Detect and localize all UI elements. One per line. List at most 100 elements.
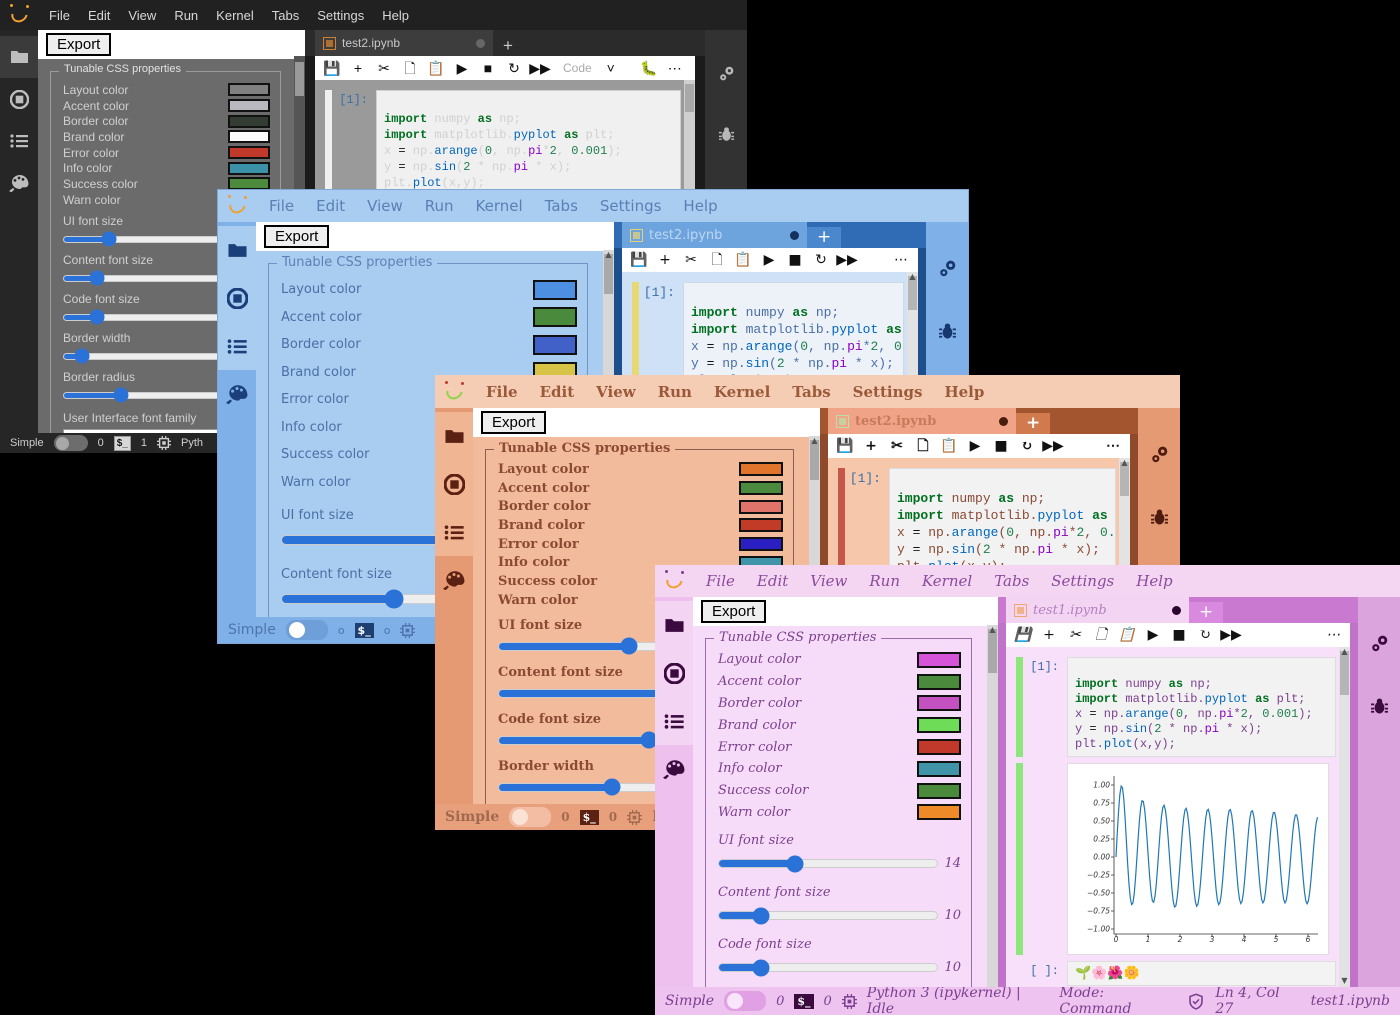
copy-icon[interactable]: 🗋 xyxy=(704,250,730,270)
terminal-icon[interactable]: $_ xyxy=(354,622,374,638)
sidebar-item-toc[interactable] xyxy=(435,508,473,556)
cut-icon[interactable]: ✂ xyxy=(1062,625,1088,645)
sidebar-item-running[interactable] xyxy=(218,274,256,322)
color-swatch-layout[interactable] xyxy=(917,651,961,668)
paste-icon[interactable]: 📋 xyxy=(730,250,756,270)
color-swatch-brand[interactable] xyxy=(917,717,961,734)
more-options-icon[interactable]: ⋯ xyxy=(888,250,914,270)
property-row[interactable]: Layout color xyxy=(63,82,270,98)
menu-view[interactable]: View xyxy=(119,6,165,25)
save-icon[interactable]: 💾 xyxy=(626,250,652,270)
notebook-cell[interactable]: [1]: import numpy as np; import matplotl… xyxy=(828,468,1116,580)
settings-scrollbar[interactable]: ▲ xyxy=(987,625,998,987)
menu-help[interactable]: Help xyxy=(373,6,418,25)
stop-icon[interactable]: ■ xyxy=(1166,625,1192,645)
simple-mode-toggle[interactable] xyxy=(53,435,88,451)
property-row[interactable]: Error color xyxy=(498,535,783,554)
stop-icon[interactable]: ■ xyxy=(782,250,808,270)
sidebar-item-themes[interactable] xyxy=(435,556,473,604)
property-row[interactable]: Error color xyxy=(63,145,270,161)
menu-settings[interactable]: Settings xyxy=(589,195,673,217)
shield-icon[interactable] xyxy=(1188,992,1204,1010)
cpu-chip-icon[interactable] xyxy=(841,993,857,1009)
color-swatch-brand[interactable] xyxy=(739,518,783,533)
menu-edit[interactable]: Edit xyxy=(305,195,356,217)
restart-icon[interactable]: ↻ xyxy=(501,58,527,78)
menu-settings[interactable]: Settings xyxy=(1040,570,1125,592)
markdown-cell-content[interactable]: 🌱🌸🌺🌼 xyxy=(1067,961,1336,986)
menu-run[interactable]: Run xyxy=(647,381,703,403)
more-options-icon[interactable]: ⋯ xyxy=(1320,625,1346,645)
sidebar-item-running[interactable] xyxy=(655,649,693,697)
add-cell-icon[interactable]: + xyxy=(858,436,884,456)
paste-icon[interactable]: 📋 xyxy=(1114,625,1140,645)
menu-view[interactable]: View xyxy=(799,570,858,592)
save-icon[interactable]: 💾 xyxy=(319,58,345,78)
menu-help[interactable]: Help xyxy=(672,195,728,217)
menu-kernel[interactable]: Kernel xyxy=(703,381,781,403)
property-row[interactable]: Accent color xyxy=(281,304,577,332)
run-icon[interactable]: ▶ xyxy=(1140,625,1166,645)
menu-run[interactable]: Run xyxy=(165,6,207,25)
sidebar-item-themes[interactable] xyxy=(218,370,256,418)
save-icon[interactable]: 💾 xyxy=(832,436,858,456)
color-swatch-error[interactable] xyxy=(917,739,961,756)
cpu-chip-icon[interactable] xyxy=(157,436,171,450)
menu-tabs[interactable]: Tabs xyxy=(983,570,1040,592)
notebook-tab-test2[interactable]: test2.ipynb xyxy=(622,222,807,248)
add-cell-icon[interactable]: + xyxy=(345,58,371,78)
restart-icon[interactable]: ↻ xyxy=(1192,625,1218,645)
sidebar-item-debugger[interactable] xyxy=(1138,486,1180,548)
color-swatch-layout[interactable] xyxy=(228,83,270,97)
notebook-content[interactable]: [1]: import numpy as np; import matplotl… xyxy=(1006,647,1350,987)
menu-run[interactable]: Run xyxy=(858,570,911,592)
new-tab-button[interactable]: + xyxy=(493,35,523,56)
restart-icon[interactable]: ↻ xyxy=(1014,436,1040,456)
color-swatch-success[interactable] xyxy=(228,177,270,191)
color-swatch-layout[interactable] xyxy=(533,279,577,300)
sidebar-item-running[interactable] xyxy=(435,460,473,508)
menu-file[interactable]: File xyxy=(475,381,529,403)
sidebar-item-property-inspector[interactable] xyxy=(705,44,747,104)
run-all-icon[interactable]: ▶▶ xyxy=(834,250,860,270)
notebook-cell[interactable]: [1]: import numpy as np; import matplotl… xyxy=(315,90,681,196)
menu-edit[interactable]: Edit xyxy=(79,6,119,25)
property-row[interactable]: Warn color xyxy=(718,802,961,824)
cell-type-select[interactable]: Code xyxy=(563,61,592,75)
paste-icon[interactable]: 📋 xyxy=(936,436,962,456)
sidebar-item-extensions[interactable] xyxy=(0,204,38,246)
cut-icon[interactable]: ✂ xyxy=(884,436,910,456)
kernel-status[interactable]: Python 3 (ipykernel) | Idle xyxy=(867,985,1050,1015)
notebook-tab-test1[interactable]: test1.ipynb xyxy=(1006,597,1189,623)
property-row[interactable]: Layout color xyxy=(498,460,783,479)
sidebar-item-file-browser[interactable] xyxy=(0,36,38,78)
sidebar-item-debugger[interactable] xyxy=(705,104,747,164)
menu-view[interactable]: View xyxy=(356,195,414,217)
property-row[interactable]: Border color xyxy=(281,331,577,359)
property-row[interactable]: Success color xyxy=(718,780,961,802)
color-swatch-accent[interactable] xyxy=(739,481,783,496)
sidebar-item-file-browser[interactable] xyxy=(218,226,256,274)
new-tab-button[interactable]: + xyxy=(1016,413,1051,434)
sidebar-item-themes[interactable] xyxy=(0,162,38,204)
add-cell-icon[interactable]: + xyxy=(652,250,678,270)
sidebar-item-file-browser[interactable] xyxy=(655,601,693,649)
copy-icon[interactable]: 🗋 xyxy=(397,58,423,78)
slider-code-font-size[interactable]: 10 xyxy=(718,959,961,977)
notebook-tab-test2[interactable]: test2.ipynb xyxy=(315,30,493,56)
menu-kernel[interactable]: Kernel xyxy=(207,6,263,25)
export-button[interactable]: Export xyxy=(481,411,547,434)
cpu-chip-icon[interactable] xyxy=(400,622,416,638)
paste-icon[interactable]: 📋 xyxy=(423,58,449,78)
simple-mode-toggle[interactable] xyxy=(724,991,767,1011)
property-row[interactable]: Brand color xyxy=(63,129,270,145)
property-row[interactable]: Accent color xyxy=(63,98,270,114)
cut-icon[interactable]: ✂ xyxy=(678,250,704,270)
more-options-icon[interactable]: ⋯ xyxy=(662,58,688,78)
menu-file[interactable]: File xyxy=(258,195,305,217)
menu-view[interactable]: View xyxy=(585,381,647,403)
slider-content-font-size[interactable]: 10 xyxy=(718,907,961,925)
color-swatch-error[interactable] xyxy=(739,537,783,552)
terminal-icon[interactable]: $_ xyxy=(113,435,131,451)
run-all-icon[interactable]: ▶▶ xyxy=(527,58,553,78)
